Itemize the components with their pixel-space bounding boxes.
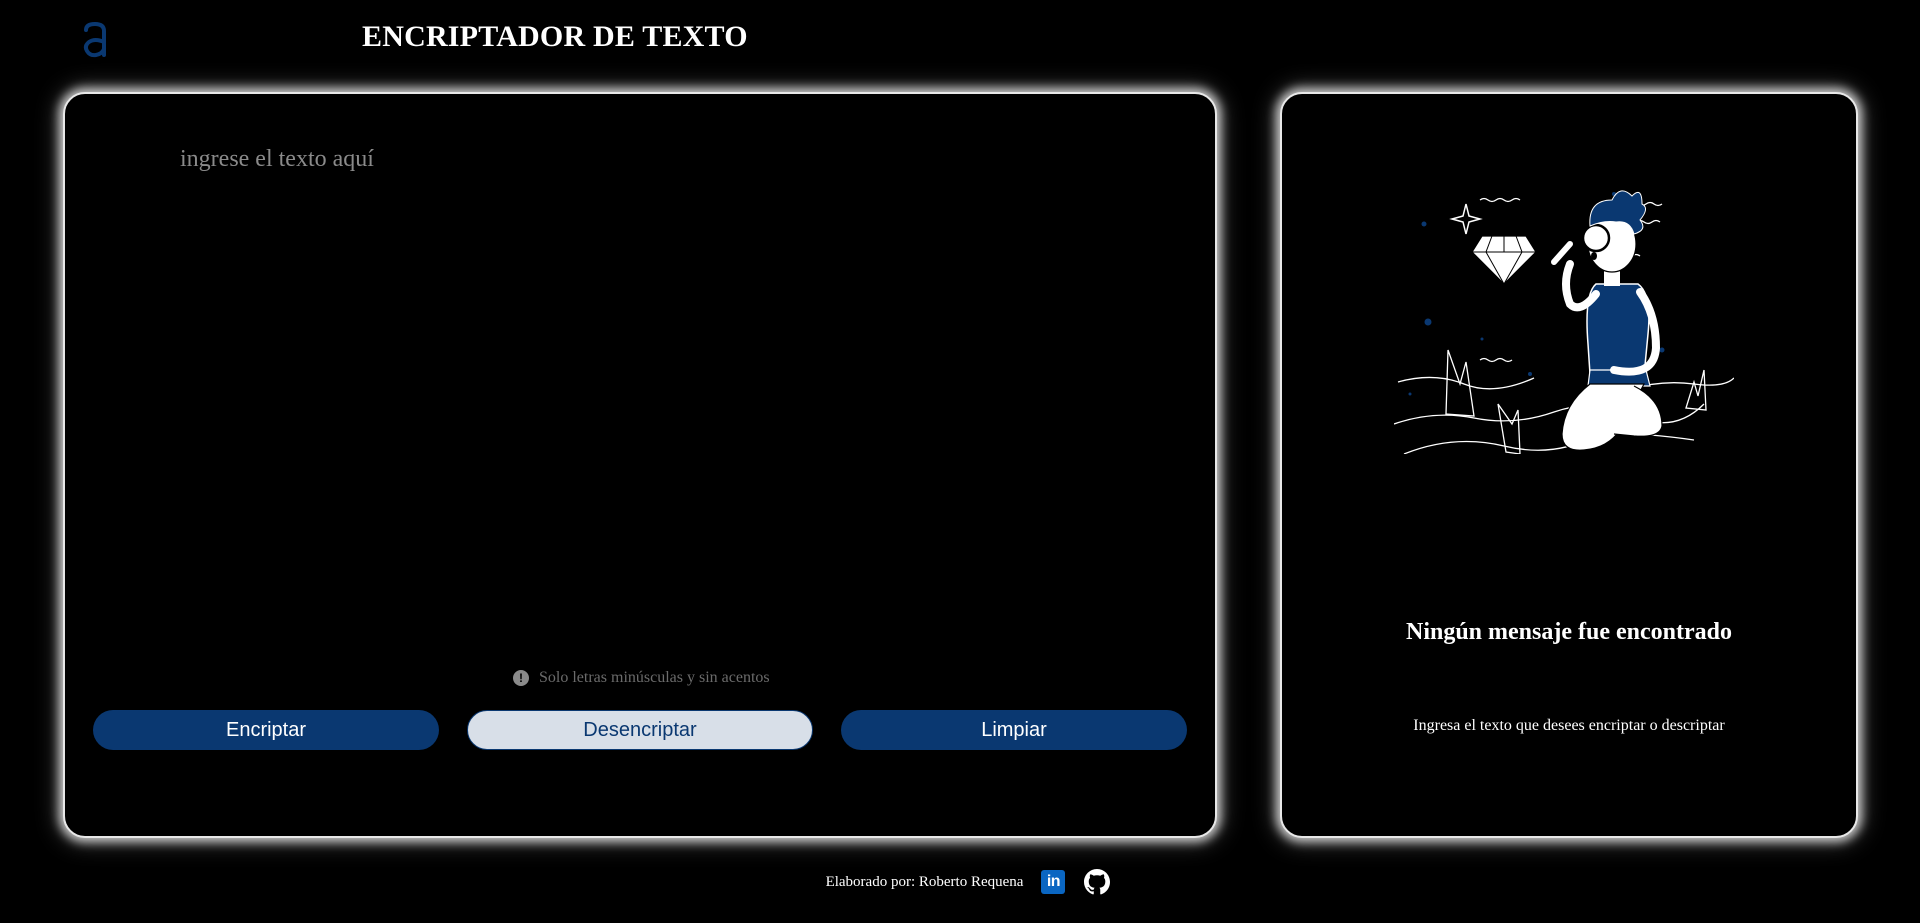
page-title: ENCRIPTADOR DE TEXTO <box>362 20 748 53</box>
github-icon[interactable] <box>1083 868 1111 896</box>
text-input[interactable] <box>178 144 1102 688</box>
empty-state-text: Ingresa el texto que desees encriptar o … <box>1413 717 1725 734</box>
empty-state-title: Ningún mensaje fue encontrado <box>1405 619 1732 645</box>
hint-text: Solo letras minúsculas y sin acentos <box>539 669 770 686</box>
input-panel: ! Solo letras minúsculas y sin acentos E… <box>63 92 1217 838</box>
page-footer: Elaborado por: Roberto Requena in <box>0 868 1920 896</box>
clear-button[interactable]: Limpiar <box>841 710 1187 750</box>
info-circle-icon: ! <box>513 670 529 686</box>
alura-logo-icon[interactable] <box>82 22 108 58</box>
decrypt-button[interactable]: Desencriptar <box>467 710 813 750</box>
footer-credit: Elaborado por: Roberto Requena <box>825 873 1024 890</box>
person-with-magnifying-glass-illustration <box>1394 190 1734 454</box>
linkedin-icon[interactable]: in <box>1039 868 1067 896</box>
page-header: ENCRIPTADOR DE TEXTO <box>0 0 1920 80</box>
encrypt-button[interactable]: Encriptar <box>93 710 439 750</box>
input-hint: ! Solo letras minúsculas y sin acentos <box>513 669 770 687</box>
output-panel: Ningún mensaje fue encontrado Ingresa el… <box>1280 92 1858 838</box>
